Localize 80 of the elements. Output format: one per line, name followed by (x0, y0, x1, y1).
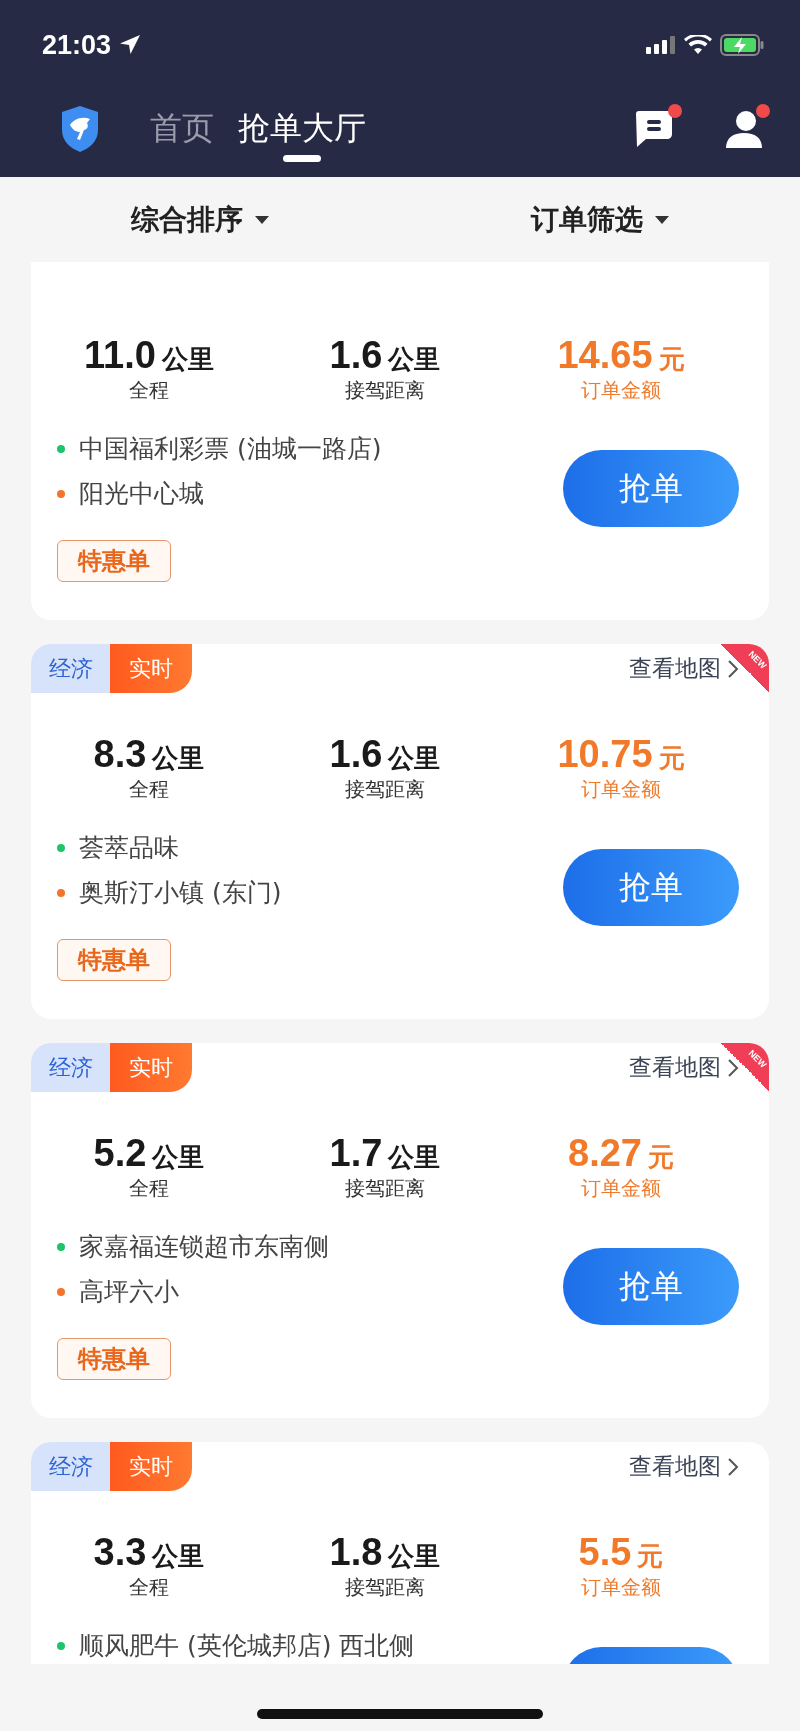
wifi-icon (684, 35, 712, 55)
pickup-address: 中国福利彩票 (油城一路店) (79, 433, 382, 465)
stat-label: 订单金额 (581, 1574, 661, 1601)
chevron-right-icon (727, 1456, 739, 1477)
stat-unit: 元 (648, 1141, 674, 1174)
discount-tag: 特惠单 (57, 939, 171, 981)
pickup-address: 荟萃品味 (79, 832, 179, 864)
stat-value: 11.0 (84, 334, 156, 377)
signal-icon (646, 36, 676, 54)
stat-label: 全程 (129, 776, 169, 803)
filter-dropdown[interactable]: 订单筛选 (531, 200, 643, 239)
stat-unit: 公里 (161, 343, 214, 376)
caret-down-icon (255, 215, 269, 224)
start-dot (57, 444, 65, 453)
stat-value: 1.8 (329, 1531, 383, 1574)
nav-tab[interactable]: 抢单大厅 (228, 93, 376, 164)
stat-unit: 公里 (388, 742, 441, 775)
user-icon[interactable] (726, 109, 762, 148)
caret-down-icon (655, 215, 669, 224)
mode-badge: 实时 (110, 1442, 192, 1491)
end-dot (57, 888, 65, 897)
location-arrow-icon (119, 34, 142, 56)
chevron-right-icon (727, 658, 739, 679)
stat-value: 8.27 (568, 1132, 642, 1175)
stat-value: 5.2 (93, 1132, 147, 1175)
end-dot (57, 489, 65, 498)
pickup-address: 顺风肥牛 (英伦城邦店) 西北侧 (79, 1630, 415, 1662)
mode-badge: 实时 (110, 1043, 192, 1092)
horse-shield-logo (60, 104, 100, 153)
stat-label: 全程 (129, 377, 169, 404)
stat-value: 1.6 (329, 733, 383, 776)
stat-label: 全程 (129, 1574, 169, 1601)
stat-label: 接驾距离 (345, 377, 425, 404)
grab-order-button[interactable]: 抢单 (563, 1248, 739, 1325)
type-badge: 经济 (31, 644, 110, 693)
pickup-address: 家嘉福连锁超市东南侧 (79, 1231, 329, 1263)
nav-tab[interactable]: 首页 (140, 93, 224, 164)
stat-label: 接驾距离 (345, 1574, 425, 1601)
stat-unit: 公里 (388, 343, 441, 376)
stat-unit: 元 (658, 742, 685, 775)
end-dot (57, 1287, 65, 1296)
destination-address: 奥斯汀小镇 (东门) (79, 877, 282, 909)
battery-charging-icon (720, 34, 764, 56)
stat-label: 订单金额 (581, 1175, 661, 1202)
filter-dropdown[interactable]: 综合排序 (131, 200, 243, 239)
type-badge: 经济 (31, 1442, 110, 1491)
stat-value: 10.75 (557, 733, 653, 776)
stat-value: 14.65 (557, 334, 653, 377)
clock: 21:03 (42, 29, 112, 61)
stat-value: 1.6 (329, 334, 383, 377)
mode-badge: 实时 (110, 644, 192, 693)
message-icon[interactable] (634, 109, 674, 148)
stat-value: 8.3 (93, 733, 147, 776)
stat-label: 接驾距离 (345, 1175, 425, 1202)
grab-order-button[interactable]: 抢单 (563, 849, 739, 926)
stat-value: 5.5 (578, 1531, 632, 1574)
stat-unit: 公里 (152, 742, 205, 775)
stat-unit: 公里 (152, 1141, 205, 1174)
destination-address: 阳光中心城 (79, 478, 204, 510)
start-dot (57, 843, 65, 852)
stat-label: 订单金额 (581, 377, 661, 404)
start-dot (57, 1641, 65, 1650)
discount-tag: 特惠单 (57, 540, 171, 582)
stat-unit: 公里 (388, 1540, 441, 1573)
discount-tag: 特惠单 (57, 1338, 171, 1380)
view-map-link[interactable]: 查看地图 (629, 1451, 739, 1482)
stat-unit: 公里 (152, 1540, 205, 1573)
stat-value: 1.7 (329, 1132, 383, 1175)
grab-order-button[interactable]: 抢单 (563, 450, 739, 527)
destination-address: 高坪六小 (79, 1276, 179, 1308)
type-badge: 经济 (31, 1043, 110, 1092)
stat-label: 全程 (129, 1175, 169, 1202)
stat-label: 订单金额 (581, 776, 661, 803)
stat-value: 3.3 (93, 1531, 147, 1574)
start-dot (57, 1242, 65, 1251)
chevron-right-icon (727, 1057, 739, 1078)
stat-unit: 元 (637, 1540, 664, 1573)
stat-unit: 公里 (388, 1141, 441, 1174)
stat-label: 接驾距离 (345, 776, 425, 803)
stat-unit: 元 (658, 343, 685, 376)
